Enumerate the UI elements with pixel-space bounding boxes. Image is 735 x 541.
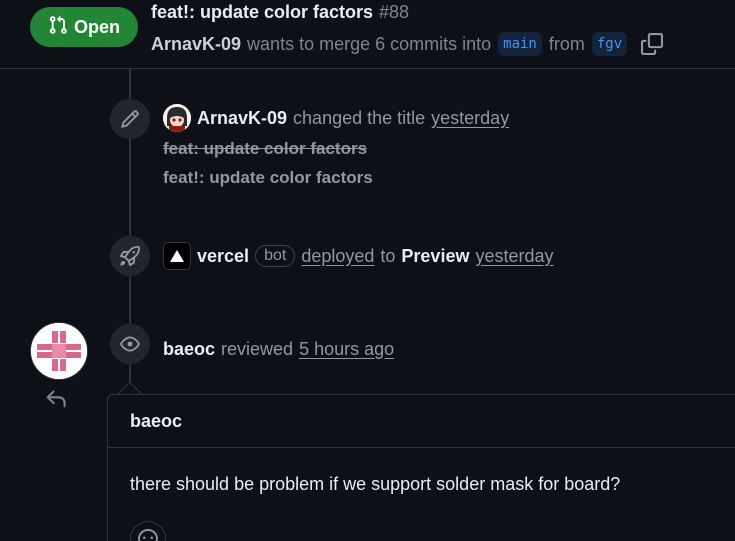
base-branch[interactable]: main xyxy=(498,32,542,56)
old-title: feat: update color factors xyxy=(163,139,368,158)
event-time-link[interactable]: yesterday xyxy=(431,108,509,129)
event-action: changed the title xyxy=(293,107,426,128)
reviewer-avatar[interactable] xyxy=(30,322,88,380)
pr-title-text: feat!: update color factors xyxy=(151,2,374,22)
reply-arrow-icon[interactable] xyxy=(45,388,67,410)
title-change-event: ArnavK-09 changed the title yesterday xyxy=(163,103,509,133)
to-text: to xyxy=(380,245,396,266)
eye-icon xyxy=(110,324,150,364)
pr-number: #88 xyxy=(379,2,410,22)
pr-title: feat!: update color factors #88 xyxy=(151,2,409,23)
smiley-icon[interactable] xyxy=(130,521,166,541)
review-action: reviewed xyxy=(221,338,294,359)
environment-link[interactable]: Preview xyxy=(401,246,469,267)
pr-merge-info: ArnavK-09 wants to merge 6 commits into … xyxy=(151,30,664,58)
review-time-link[interactable]: 5 hours ago xyxy=(299,339,394,360)
review-event: baeoc reviewed 5 hours ago xyxy=(163,335,394,363)
deployment-event: vercel bot deployed to Preview yesterday xyxy=(163,241,554,271)
pr-sticky-header: Open feat!: update color factors #88 Arna… xyxy=(0,0,735,69)
pencil-icon xyxy=(110,99,150,139)
bot-label: bot xyxy=(255,245,296,267)
deployment-time-link[interactable]: yesterday xyxy=(475,246,553,267)
deployment-actor-link[interactable]: vercel xyxy=(197,246,249,267)
git-pull-request-icon xyxy=(48,15,68,40)
deployed-link[interactable]: deployed xyxy=(301,246,374,267)
avatar[interactable] xyxy=(163,104,191,132)
pull-request-page: Open feat!: update color factors #88 Arna… xyxy=(0,0,735,541)
pr-author-link[interactable]: ArnavK-09 xyxy=(151,34,241,55)
copy-icon[interactable] xyxy=(640,32,664,56)
comment-author-link[interactable]: baeoc xyxy=(130,411,182,432)
head-branch[interactable]: fgv xyxy=(591,32,628,56)
review-comment: baeoc there should be problem if we supp… xyxy=(107,394,735,541)
vercel-logo-icon[interactable] xyxy=(163,242,191,270)
rocket-icon xyxy=(110,236,150,276)
reviewer-link[interactable]: baeoc xyxy=(163,339,215,360)
comment-header: baeoc xyxy=(108,395,735,448)
from-text: from xyxy=(548,33,585,54)
comment-body: there should be problem if we support so… xyxy=(130,474,621,494)
pr-state-badge: Open xyxy=(30,7,138,47)
event-actor-link[interactable]: ArnavK-09 xyxy=(197,108,287,129)
merge-text: wants to merge 6 commits into xyxy=(247,33,492,54)
new-title: feat!: update color factors xyxy=(163,168,373,187)
pr-state-label: Open xyxy=(73,16,120,37)
